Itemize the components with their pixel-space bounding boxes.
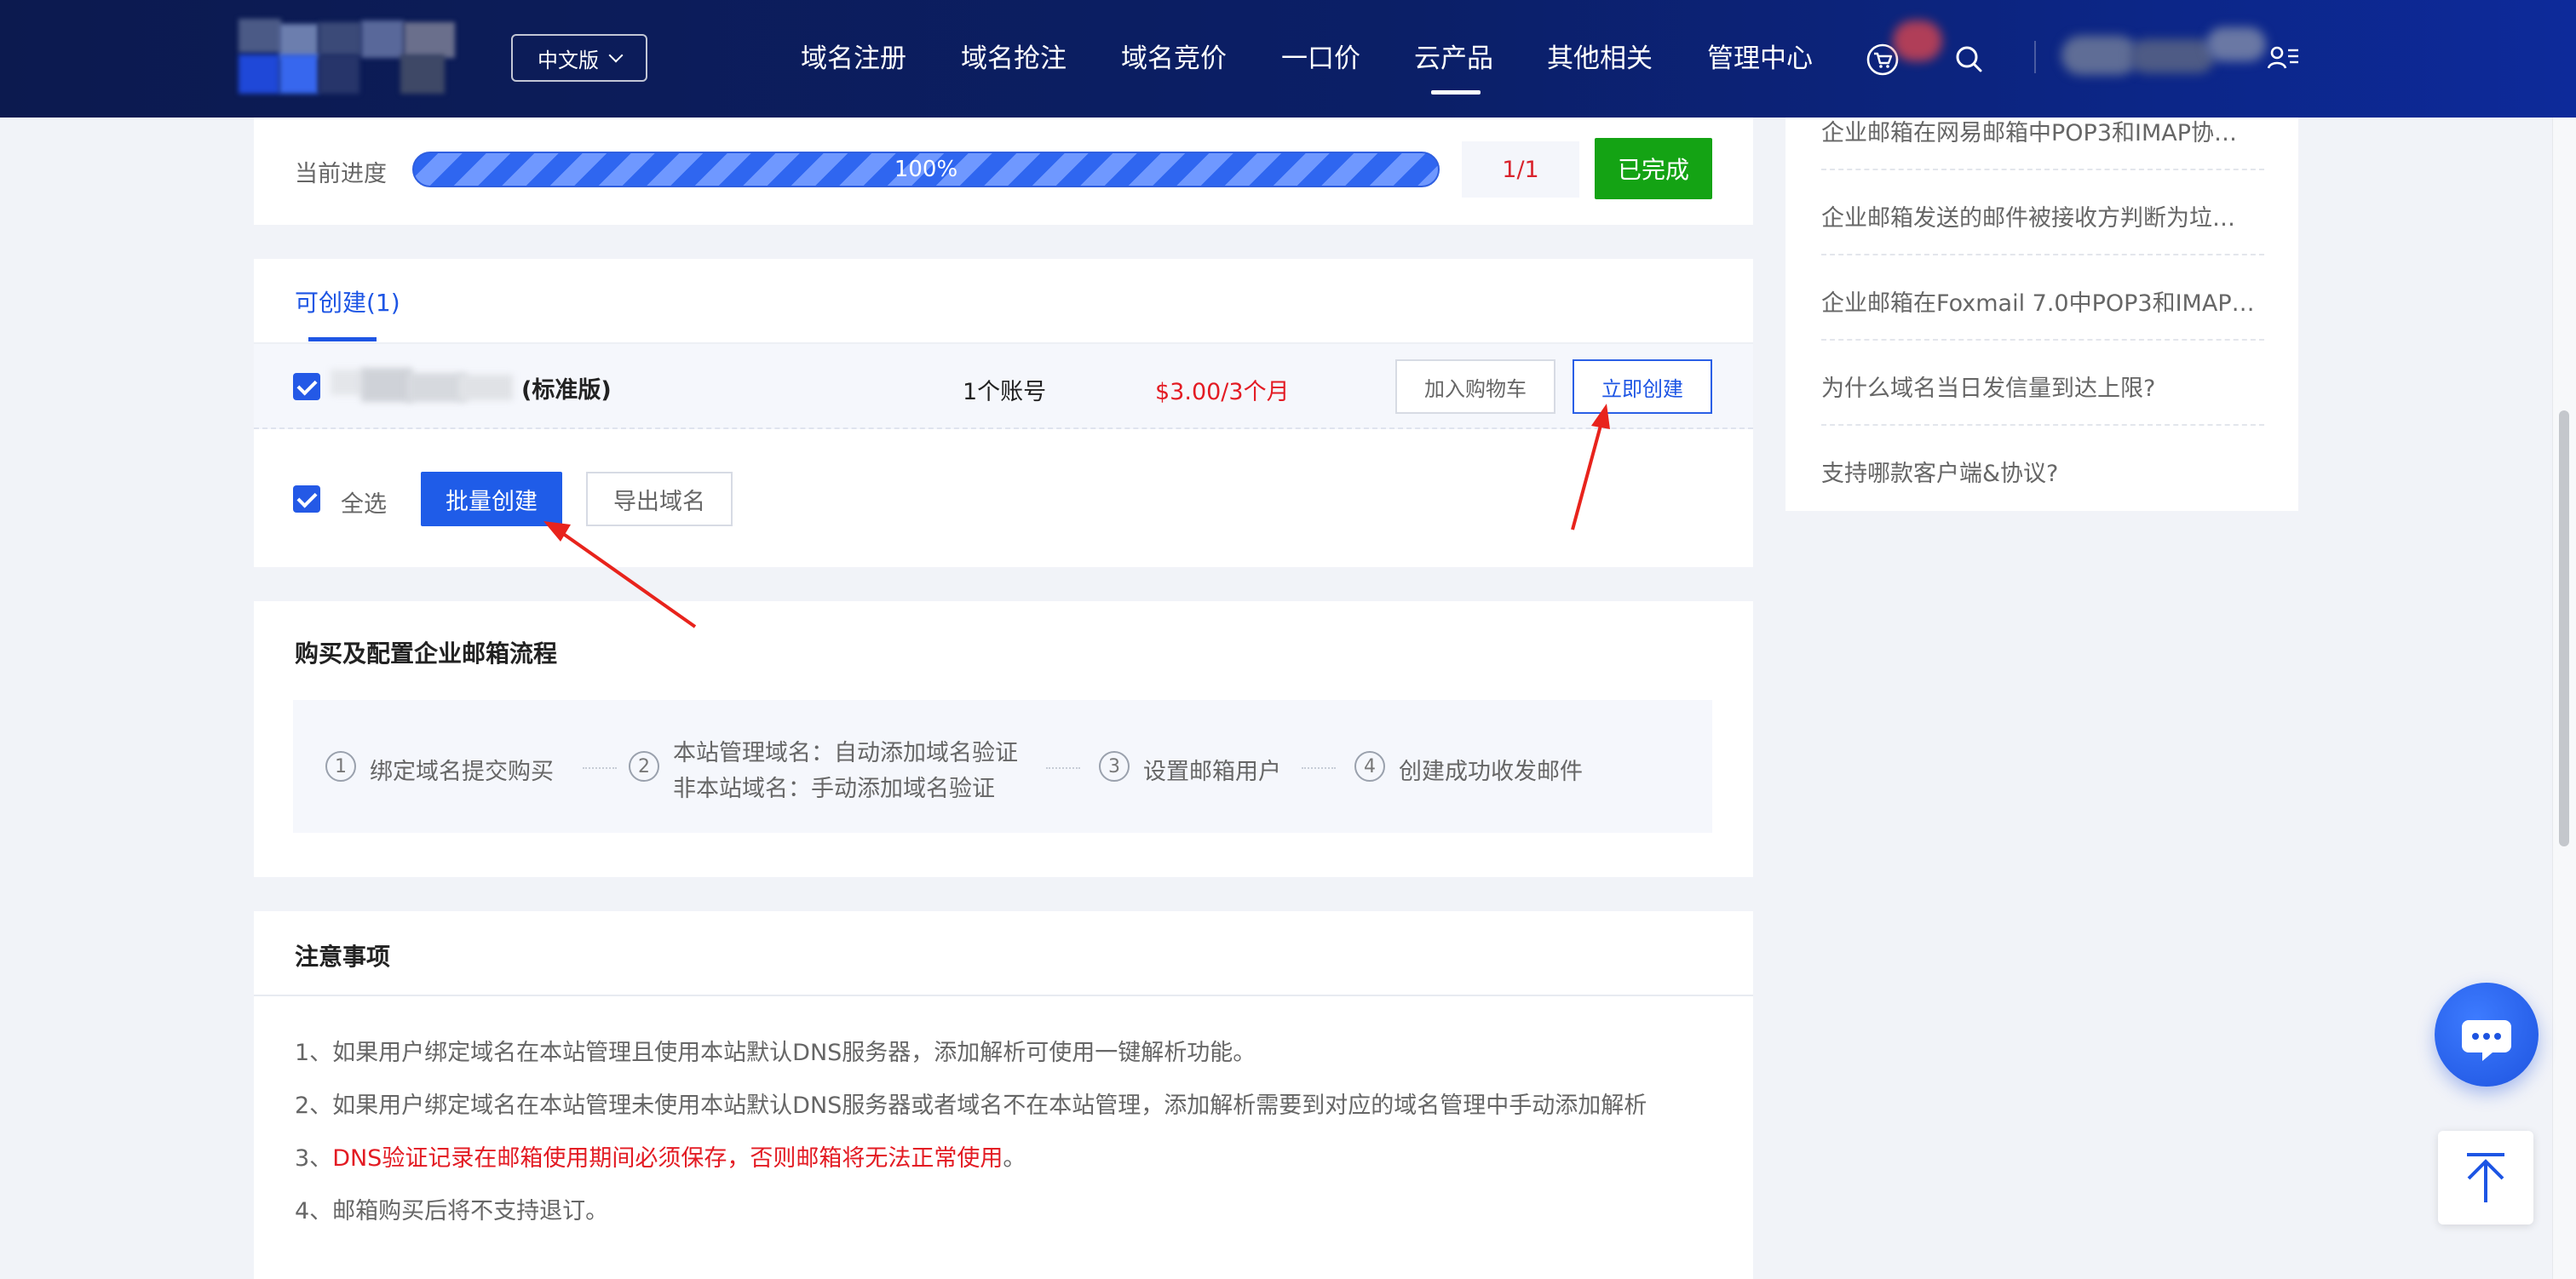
create-now-button[interactable]: 立即创建 xyxy=(1573,359,1712,414)
progress-bar: 100% xyxy=(412,152,1440,187)
export-domains-button[interactable]: 导出域名 xyxy=(586,472,733,526)
nav-domain-register[interactable]: 域名注册 xyxy=(801,37,906,80)
note-line-1: 1、如果用户绑定域名在本站管理且使用本站默认DNS服务器，添加解析可使用一键解析… xyxy=(295,1040,1256,1066)
row-checkbox[interactable] xyxy=(293,373,320,400)
note-line-3: 3、DNS验证记录在邮箱使用期间必须保存，否则邮箱将无法正常使用。 xyxy=(295,1139,1026,1173)
step-3-number: 3 xyxy=(1099,751,1130,782)
step-connector xyxy=(1046,767,1080,769)
step-connector xyxy=(1302,767,1336,769)
help-link[interactable]: 支持哪款客户端&协议? xyxy=(1821,455,2264,488)
flow-title: 购买及配置企业邮箱流程 xyxy=(295,640,558,668)
completed-status-button[interactable]: 已完成 xyxy=(1595,138,1712,199)
nav-fixed-price[interactable]: 一口价 xyxy=(1281,37,1360,80)
add-to-cart-button[interactable]: 加入购物车 xyxy=(1395,359,1555,414)
note-line-2: 2、如果用户绑定域名在本站管理未使用本站默认DNS服务器或者域名不在本站管理，添… xyxy=(295,1093,1647,1119)
account-count: 1个账号 xyxy=(963,379,1047,405)
page-scrollbar-thumb[interactable] xyxy=(2559,410,2569,846)
step-1-number: 1 xyxy=(325,751,356,782)
help-divider xyxy=(1821,169,2264,170)
note-line-3-suffix: 。 xyxy=(1003,1145,1026,1172)
price: $3.00/3个月 xyxy=(1155,379,1290,405)
nav-cloud-products[interactable]: 云产品 xyxy=(1414,37,1493,80)
notes-title: 注意事项 xyxy=(295,943,391,971)
batch-create-button[interactable]: 批量创建 xyxy=(421,472,562,526)
help-link[interactable]: 企业邮箱在Foxmail 7.0中POP3和IMAP… xyxy=(1821,284,2264,318)
chat-icon xyxy=(2462,1020,2511,1061)
back-to-top-icon xyxy=(2467,1153,2504,1202)
step-1-text: 绑定域名提交购买 xyxy=(370,759,554,785)
progress-percent: 100% xyxy=(894,157,958,182)
step-connector xyxy=(583,767,617,769)
active-nav-indicator xyxy=(1431,90,1481,95)
user-account[interactable] xyxy=(2061,27,2274,80)
nav-divider xyxy=(2034,41,2036,73)
note-line-4: 4、邮箱购买后将不支持退订。 xyxy=(295,1198,609,1225)
nav-domain-auction[interactable]: 域名竞价 xyxy=(1121,37,1227,80)
cart-badge xyxy=(1893,20,1942,61)
help-link[interactable]: 企业邮箱在网易邮箱中POP3和IMAP协… xyxy=(1821,114,2264,147)
step-4-number: 4 xyxy=(1354,751,1385,782)
select-all-label[interactable]: 全选 xyxy=(341,485,387,519)
search-icon[interactable] xyxy=(1952,43,1987,77)
language-label: 中文版 xyxy=(538,48,599,72)
step-3-text: 设置邮箱用户 xyxy=(1143,759,1281,785)
tab-active-underline xyxy=(308,337,377,341)
help-divider xyxy=(1821,254,2264,255)
user-menu-icon[interactable] xyxy=(2266,43,2300,73)
notes-divider xyxy=(254,995,1753,996)
step-4-text: 创建成功收发邮件 xyxy=(1399,759,1583,785)
edition-label: (标准版) xyxy=(521,377,612,404)
nav-other[interactable]: 其他相关 xyxy=(1547,37,1653,80)
note-line-3-prefix: 3、 xyxy=(295,1145,333,1172)
language-select[interactable]: 中文版 xyxy=(511,34,647,82)
nav-management-center[interactable]: 管理中心 xyxy=(1707,37,1813,80)
help-divider xyxy=(1821,339,2264,341)
chat-button[interactable] xyxy=(2435,983,2539,1087)
select-all-checkbox[interactable] xyxy=(293,485,320,513)
domain-name-redacted xyxy=(331,364,518,405)
help-link[interactable]: 为什么域名当日发信量到达上限? xyxy=(1821,370,2264,403)
step-2-line2: 非本站域名：手动添加域名验证 xyxy=(673,776,995,802)
step-2-number: 2 xyxy=(629,751,659,782)
site-logo[interactable] xyxy=(239,19,494,97)
back-to-top-button[interactable] xyxy=(2438,1131,2533,1225)
tab-creatable[interactable]: 可创建(1) xyxy=(295,284,400,318)
top-navbar: 中文版 域名注册 域名抢注 域名竞价 一口价 云产品 其他相关 管理中心 xyxy=(0,0,2576,118)
chevron-down-icon xyxy=(608,48,624,63)
progress-label: 当前进度 xyxy=(295,161,387,187)
nav-domain-snatch[interactable]: 域名抢注 xyxy=(961,37,1067,80)
step-2-line1: 本站管理域名：自动添加域名验证 xyxy=(673,740,1018,766)
help-link[interactable]: 企业邮箱发送的邮件被接收方判断为垃… xyxy=(1821,199,2264,232)
note-line-3-warning: DNS验证记录在邮箱使用期间必须保存，否则邮箱将无法正常使用 xyxy=(332,1145,1003,1172)
progress-count: 1/1 xyxy=(1462,141,1579,198)
help-divider xyxy=(1821,424,2264,426)
